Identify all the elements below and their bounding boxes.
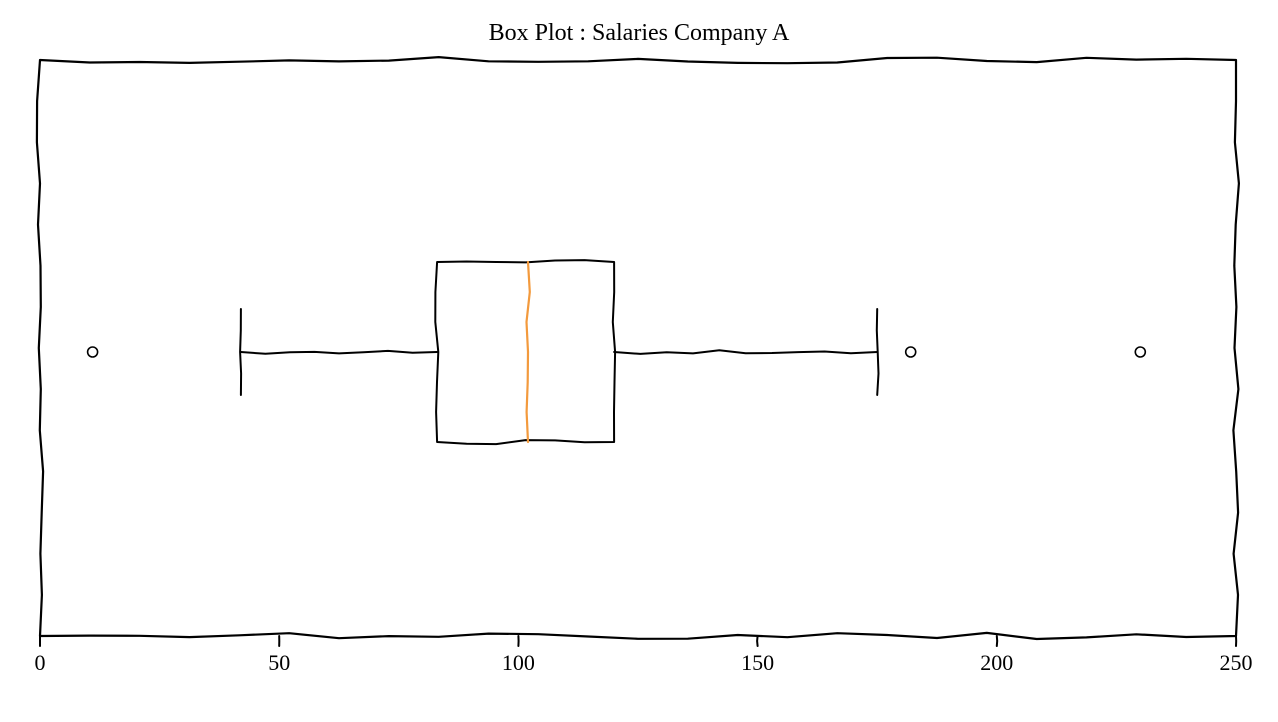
whisker-low-cap <box>240 309 241 395</box>
median-line <box>527 262 530 442</box>
x-tick-label: 50 <box>268 650 290 676</box>
x-tick <box>757 636 758 646</box>
x-tick-label: 100 <box>502 650 535 676</box>
x-tick-label: 200 <box>980 650 1013 676</box>
outlier-point <box>1135 347 1145 357</box>
whisker-low-line <box>241 351 437 354</box>
outlier-point <box>906 347 916 357</box>
plot-border <box>37 57 1239 639</box>
x-tick-label: 250 <box>1220 650 1253 676</box>
x-tick-label: 0 <box>35 650 46 676</box>
chart-container: Box Plot : Salaries Company A 0501001502… <box>0 0 1278 722</box>
box-rect <box>435 260 615 444</box>
outlier-point <box>88 347 98 357</box>
boxplot-svg <box>0 0 1278 722</box>
whisker-high-cap <box>877 309 879 395</box>
whisker-high-line <box>614 350 877 354</box>
x-tick-label: 150 <box>741 650 774 676</box>
